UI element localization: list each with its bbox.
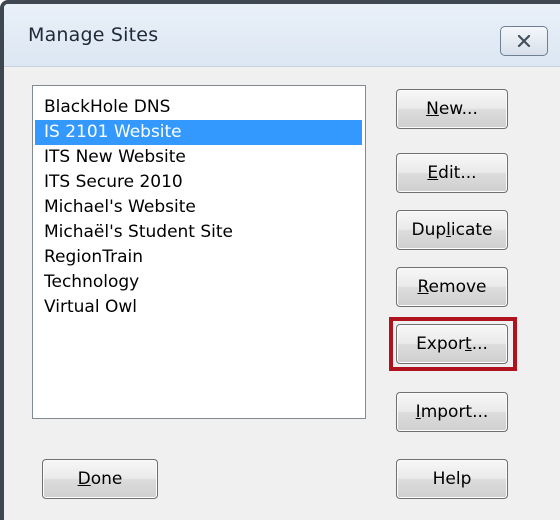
dialog-body: BlackHole DNS IS 2101 Website ITS New We… bbox=[4, 66, 560, 520]
window-title: Manage Sites bbox=[28, 24, 159, 46]
remove-button-label: Remove bbox=[417, 277, 487, 297]
site-list-item[interactable]: Michaël's Student Site bbox=[35, 220, 362, 245]
site-list-item-selected[interactable]: IS 2101 Website bbox=[35, 120, 362, 145]
site-list-item[interactable]: BlackHole DNS bbox=[35, 95, 362, 120]
duplicate-button-label: Duplicate bbox=[411, 220, 493, 240]
site-list-item[interactable]: Michael's Website bbox=[35, 195, 362, 220]
remove-button[interactable]: Remove bbox=[396, 267, 508, 307]
site-list-item[interactable]: Technology bbox=[35, 270, 362, 295]
done-button-label: Done bbox=[77, 469, 123, 489]
done-button[interactable]: Done bbox=[42, 459, 158, 499]
site-list-item[interactable]: ITS Secure 2010 bbox=[35, 170, 362, 195]
site-list-item[interactable]: ITS New Website bbox=[35, 145, 362, 170]
new-button-label: New... bbox=[426, 99, 478, 119]
manage-sites-dialog: Manage Sites BlackHole DNS IS 2101 Websi… bbox=[0, 0, 560, 520]
new-button[interactable]: New... bbox=[396, 89, 508, 129]
sites-listbox[interactable]: BlackHole DNS IS 2101 Website ITS New We… bbox=[32, 85, 366, 419]
site-list-item[interactable]: Virtual Owl bbox=[35, 295, 362, 320]
edit-button-label: Edit... bbox=[427, 163, 477, 183]
edit-button[interactable]: Edit... bbox=[396, 153, 508, 193]
close-x-icon bbox=[517, 35, 531, 47]
help-button-label: Help bbox=[432, 469, 472, 489]
help-button[interactable]: Help bbox=[396, 459, 508, 499]
title-bar[interactable]: Manage Sites bbox=[4, 4, 560, 66]
duplicate-button[interactable]: Duplicate bbox=[396, 210, 508, 250]
site-list-item[interactable]: RegionTrain bbox=[35, 245, 362, 270]
import-button-label: Import... bbox=[415, 402, 489, 422]
export-button[interactable]: Export... bbox=[396, 324, 508, 364]
import-button[interactable]: Import... bbox=[396, 392, 508, 432]
close-button[interactable] bbox=[500, 26, 548, 56]
export-button-label: Export... bbox=[416, 334, 488, 354]
